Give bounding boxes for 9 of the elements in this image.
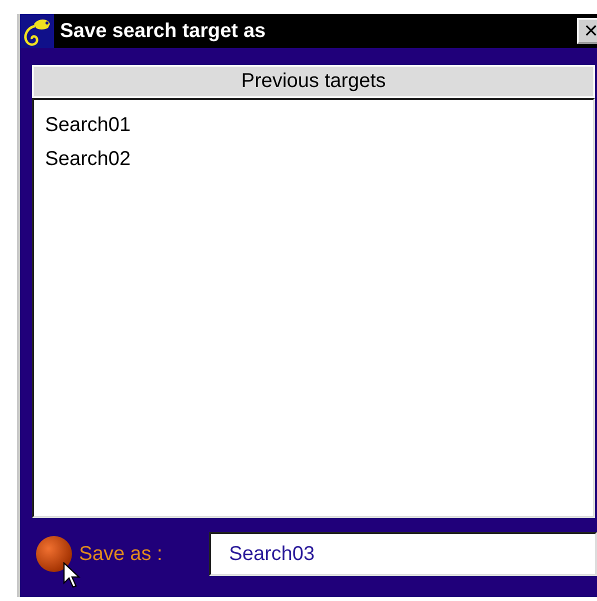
ball-icon [35, 535, 73, 573]
mouse-pointer-icon [63, 562, 81, 588]
window-title: Save search target as [60, 20, 267, 42]
close-button[interactable]: ✕ [577, 18, 597, 44]
list-header: Previous targets [32, 65, 595, 98]
list-item[interactable]: Search02 [42, 142, 134, 176]
list-item[interactable]: Search01 [42, 108, 134, 142]
save-as-label: Save as : [79, 542, 164, 566]
save-as-field[interactable]: Search03 [209, 532, 597, 576]
